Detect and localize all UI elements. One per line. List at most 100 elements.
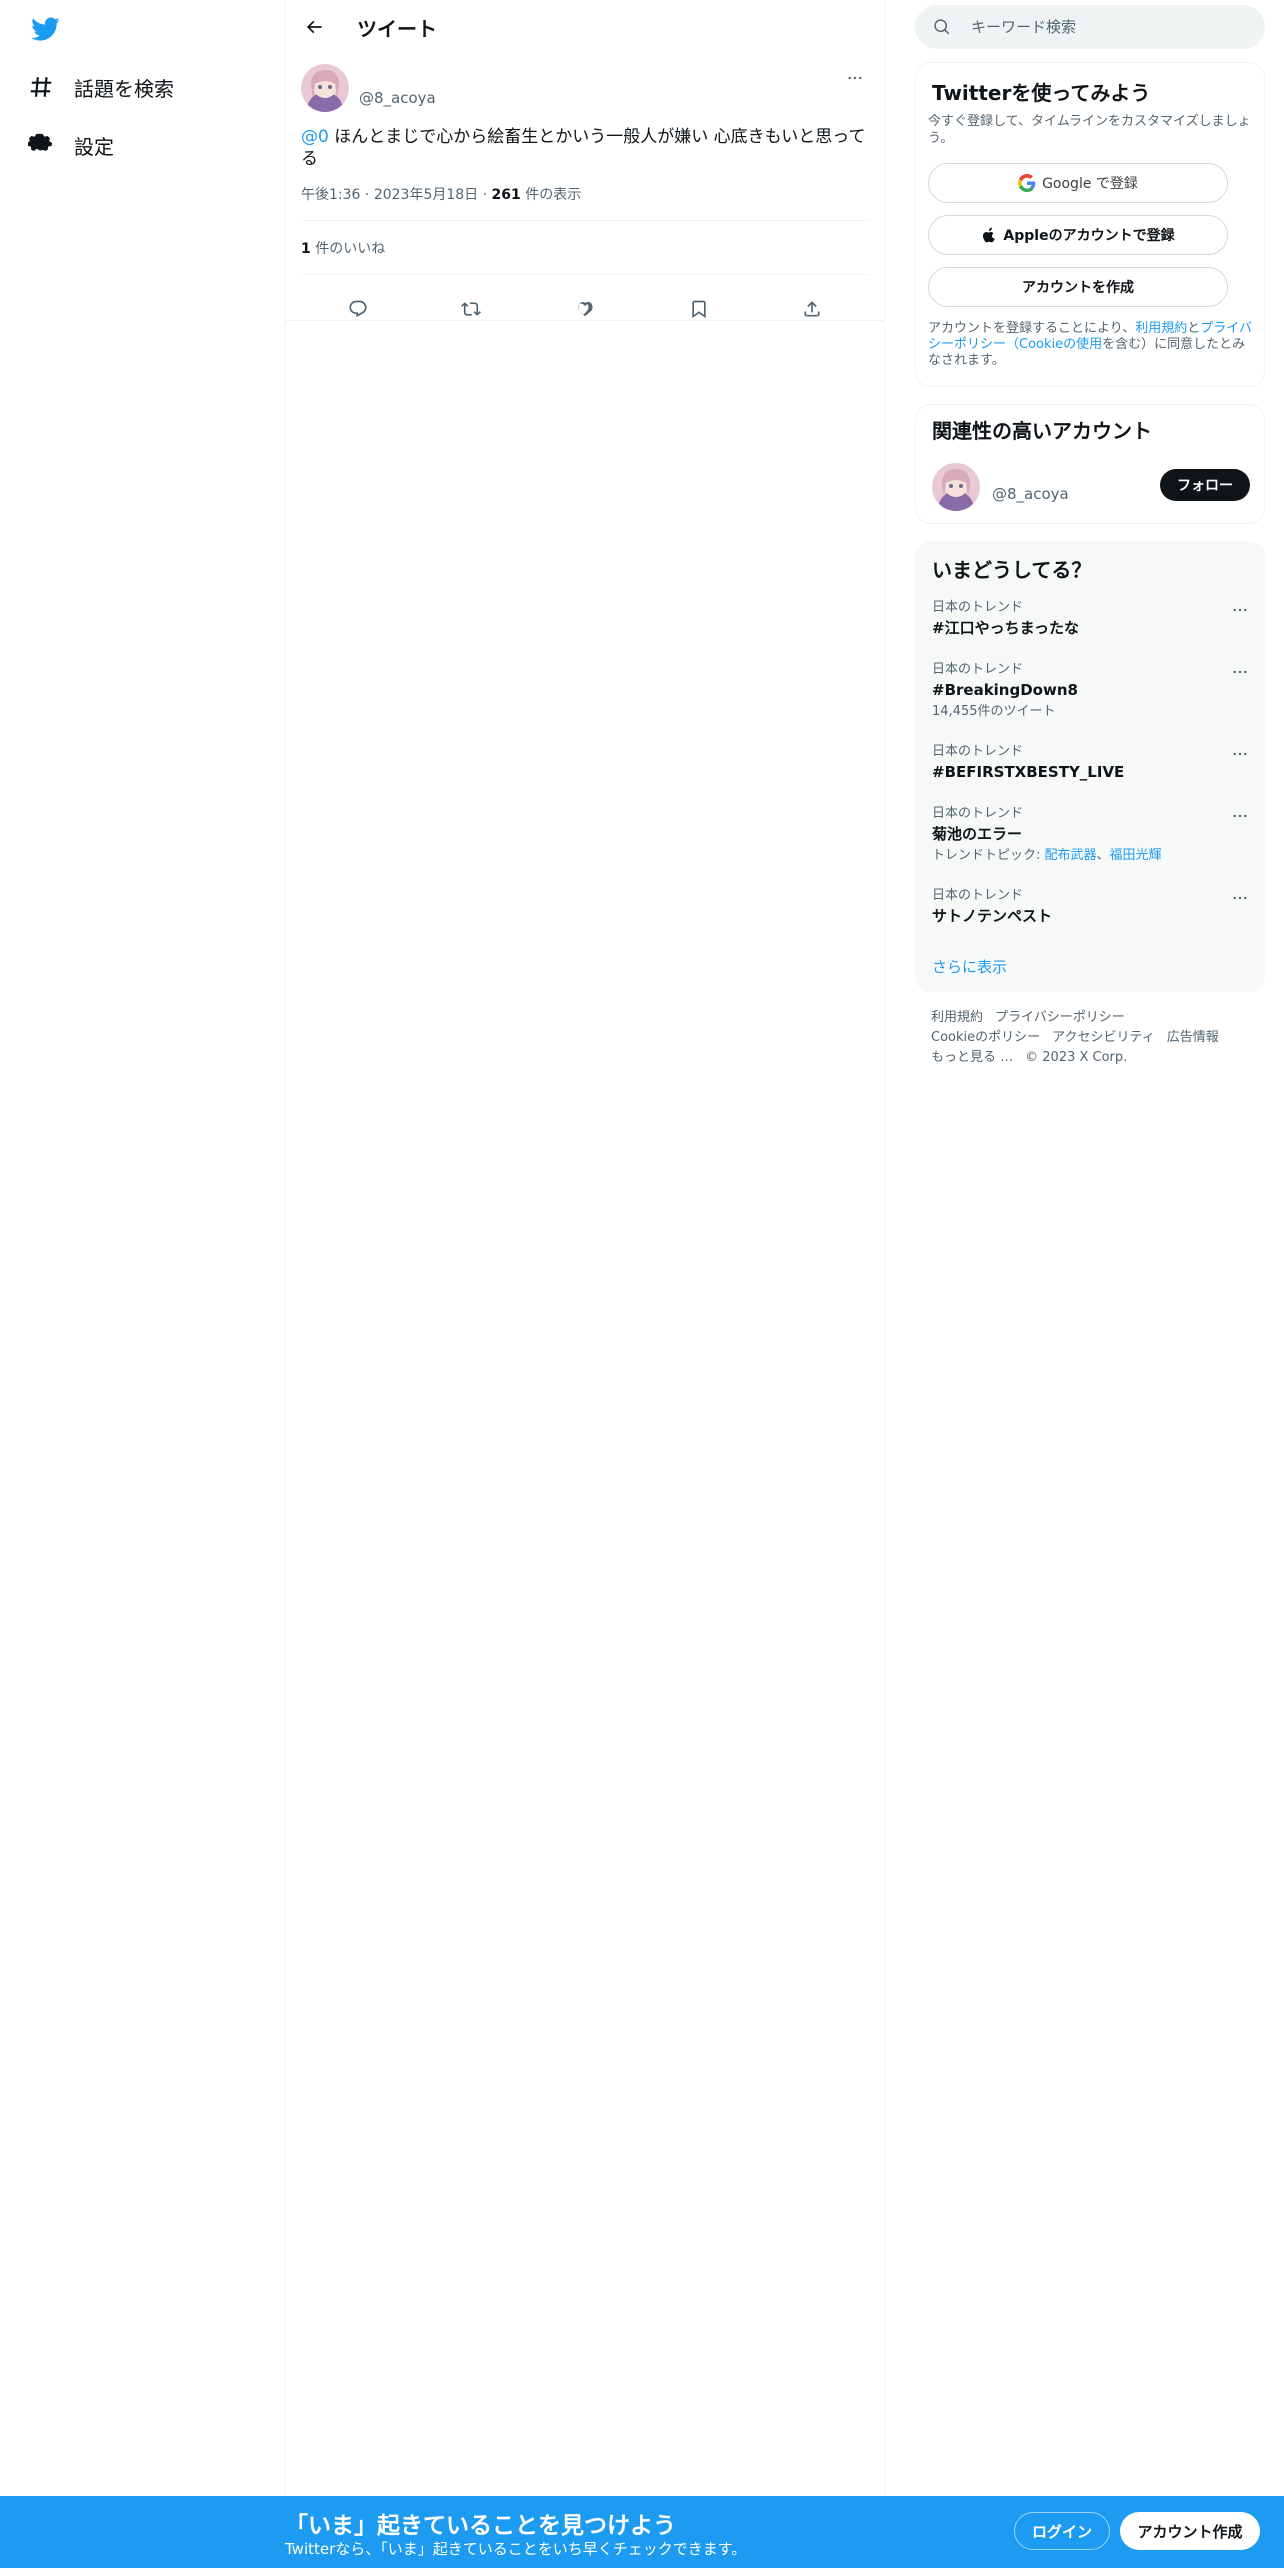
divider xyxy=(301,220,869,221)
avatar-image xyxy=(301,64,349,112)
trend-context: 日本のトレンド xyxy=(932,744,1024,759)
meta-separator: · xyxy=(364,187,374,203)
signup-title: Twitterを使ってみよう xyxy=(932,81,1151,105)
trend-item[interactable]: 日本のトレンド #BreakingDown8 14,455件のツイート xyxy=(932,662,1252,720)
reply-icon xyxy=(349,300,367,318)
tweet-meta: 午後1:36 · 2023年5月18日 · 261 件の表示 xyxy=(301,184,581,204)
nav-settings[interactable]: 設定 xyxy=(28,125,114,165)
related-accounts-card: 関連性の高いアカウント @8_acoya フォロー xyxy=(915,404,1265,524)
more-horizontal-icon xyxy=(1233,608,1247,612)
footer-link[interactable]: プライバシーポリシー xyxy=(995,1010,1125,1025)
share-icon xyxy=(804,301,820,317)
legal-and: と xyxy=(1187,321,1201,336)
login-button[interactable]: ログイン xyxy=(1014,2512,1110,2550)
signup-button[interactable]: アカウント作成 xyxy=(1120,2512,1260,2550)
trend-topic-link[interactable]: 配布武器 xyxy=(1045,848,1097,863)
trend-more-button[interactable] xyxy=(1228,888,1252,908)
back-button[interactable] xyxy=(299,12,329,42)
trend-context: 日本のトレンド xyxy=(932,600,1024,615)
google-icon xyxy=(1018,174,1036,192)
trend-name: サトノテンペスト xyxy=(932,907,1053,925)
trend-name: #BEFIRSTXBESTY_LIVE xyxy=(932,763,1125,781)
trend-name: #BreakingDown8 xyxy=(932,681,1078,699)
main-header: ツイート xyxy=(285,0,885,54)
share-button[interactable] xyxy=(792,289,832,329)
footer-more-link[interactable]: もっと見る … xyxy=(931,1050,1013,1065)
more-horizontal-icon xyxy=(1233,670,1247,674)
trend-context: 日本のトレンド xyxy=(932,888,1024,903)
like-button[interactable] xyxy=(565,289,605,329)
tweet-views-count: 261 xyxy=(491,187,521,203)
footer-link[interactable]: Cookieのポリシー xyxy=(931,1030,1040,1045)
reply-button[interactable] xyxy=(338,289,378,329)
twitter-logo-icon[interactable] xyxy=(28,14,62,44)
avatar[interactable] xyxy=(301,64,349,112)
bottom-signup-bar: 「いま」起きていることを見つけよう Twitterなら、「いま」起きていることを… xyxy=(0,2496,1284,2568)
retweet-button[interactable] xyxy=(451,289,491,329)
follow-button[interactable]: フォロー xyxy=(1160,469,1250,501)
bookmark-icon xyxy=(691,300,706,319)
tweet-body: ほんとまじで心から絵畜生とかいう一般人が嫌い 心底きもいと思ってる xyxy=(301,127,866,169)
tweet-more-button[interactable] xyxy=(843,66,867,90)
search-box[interactable] xyxy=(915,5,1265,49)
bottom-bar-title: 「いま」起きていることを見つけよう xyxy=(285,2513,676,2539)
create-account-label: アカウントを作成 xyxy=(1022,280,1134,296)
arrow-left-icon xyxy=(306,20,322,34)
avatar[interactable] xyxy=(932,463,980,511)
related-handle[interactable]: @8_acoya xyxy=(992,485,1069,503)
footer-link[interactable]: アクセシビリティ xyxy=(1052,1030,1155,1045)
trend-topic-prefix: トレンドトピック: xyxy=(932,848,1045,863)
tweet-date[interactable]: 2023年5月18日 xyxy=(374,187,478,203)
trend-more-button[interactable] xyxy=(1228,662,1252,682)
bottom-bar-subtitle: Twitterなら、「いま」起きていることをいち早くチェックできます。 xyxy=(285,2540,747,2558)
nav-explore[interactable]: 話題を検索 xyxy=(28,67,174,107)
tweet-actions xyxy=(301,280,869,338)
tweet-mention-link[interactable]: @0 xyxy=(301,127,329,147)
meta-separator: · xyxy=(482,187,492,203)
tweet-likes[interactable]: 1 件のいいね xyxy=(301,238,385,258)
retweet-icon xyxy=(461,302,482,316)
tweet-time[interactable]: 午後1:36 xyxy=(301,187,360,203)
apple-signup-button[interactable]: Appleのアカウントで登録 xyxy=(928,215,1228,255)
trend-topic-link[interactable]: 福田光輝 xyxy=(1110,848,1162,863)
more-horizontal-icon xyxy=(1233,896,1247,900)
nav-settings-label: 設定 xyxy=(74,134,114,159)
google-signup-button[interactable]: Google で登録 xyxy=(928,163,1228,203)
footer-link[interactable]: 利用規約 xyxy=(931,1010,983,1025)
left-navigation: 話題を検索 設定 xyxy=(0,0,285,2568)
heart-icon xyxy=(578,302,593,317)
signup-card: Twitterを使ってみよう 今すぐ登録して、タイムラインをカスタマイズしましょ… xyxy=(915,62,1265,387)
search-input[interactable] xyxy=(971,18,1241,36)
show-more-link[interactable]: さらに表示 xyxy=(932,956,1007,977)
footer-copyright: © 2023 X Corp. xyxy=(1025,1050,1128,1065)
tweet-handle[interactable]: @8_acoya xyxy=(359,89,436,107)
related-title: 関連性の高いアカウント xyxy=(932,419,1152,443)
trend-more-button[interactable] xyxy=(1228,806,1252,826)
more-horizontal-icon xyxy=(848,76,862,80)
trend-item[interactable]: 日本のトレンド 菊池のエラー トレンドトピック: 配布武器、福田光輝 xyxy=(932,806,1252,864)
divider xyxy=(285,320,885,321)
hashtag-icon xyxy=(30,77,52,97)
trend-name: #江口やっちまったな xyxy=(932,619,1079,637)
page-title: ツイート xyxy=(357,17,437,41)
trend-item[interactable]: 日本のトレンド サトノテンペスト xyxy=(932,888,1252,926)
tweet-likes-label: 件のいいね xyxy=(310,241,386,257)
footer-link[interactable]: 広告情報 xyxy=(1167,1030,1219,1045)
bookmark-button[interactable] xyxy=(679,289,719,329)
more-horizontal-icon xyxy=(1233,752,1247,756)
trend-item[interactable]: 日本のトレンド #BEFIRSTXBESTY_LIVE xyxy=(932,744,1252,782)
apple-icon xyxy=(983,227,996,243)
terms-link[interactable]: 利用規約 xyxy=(1135,321,1187,336)
trend-item[interactable]: 日本のトレンド #江口やっちまったな xyxy=(932,600,1252,638)
main-column: ツイート @8_acoya @0 ほんとまじで心から絵畜生とかいう一般人が嫌い … xyxy=(285,0,885,2568)
trend-more-button[interactable] xyxy=(1228,600,1252,620)
signup-legal-text: アカウントを登録することにより、利用規約とプライバシーポリシー（Cookieの使… xyxy=(928,321,1254,369)
apple-signup-label: Appleのアカウントで登録 xyxy=(1003,228,1175,244)
tweet-views-label: 件の表示 xyxy=(520,187,582,203)
more-horizontal-icon xyxy=(1233,814,1247,818)
trend-tweet-count: 14,455件のツイート xyxy=(932,704,1056,719)
avatar-image xyxy=(932,463,980,511)
trend-topics: トレンドトピック: 配布武器、福田光輝 xyxy=(932,848,1252,864)
trend-more-button[interactable] xyxy=(1228,744,1252,764)
create-account-button[interactable]: アカウントを作成 xyxy=(928,267,1228,307)
